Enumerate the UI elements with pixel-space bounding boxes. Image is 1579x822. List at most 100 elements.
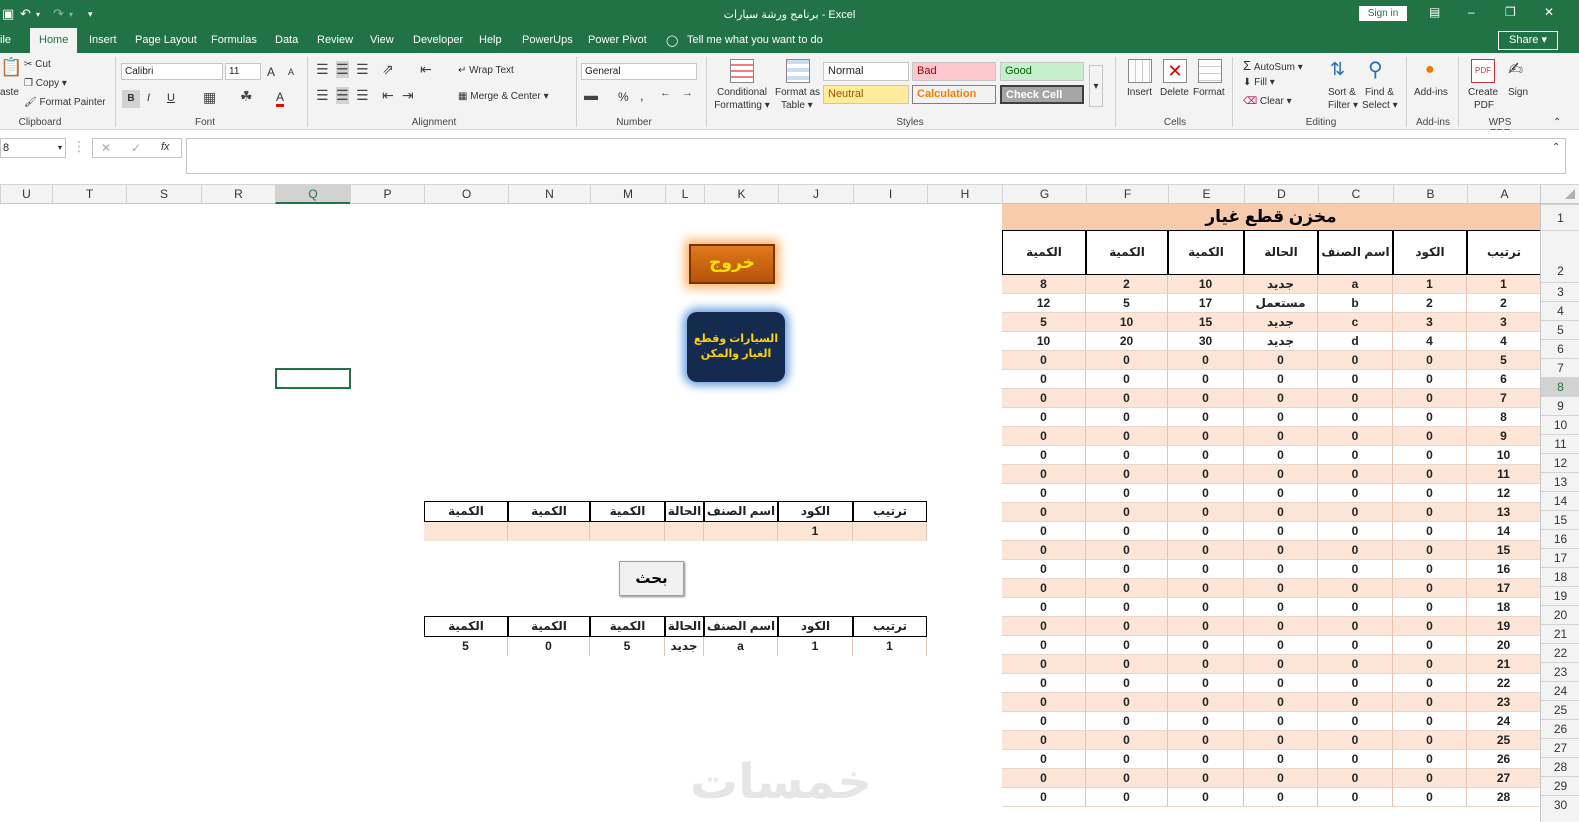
table-cell[interactable]: 0 <box>1318 674 1393 693</box>
table-cell[interactable]: 2 <box>1086 275 1168 294</box>
table-cell[interactable]: 0 <box>1086 617 1168 636</box>
rtl-icon[interactable]: ⇤ <box>420 61 432 78</box>
row-header-16[interactable]: 16 <box>1541 529 1579 548</box>
table-cell[interactable]: 0 <box>1393 769 1467 788</box>
format-cells-button[interactable]: Format <box>1193 87 1225 98</box>
find-select-label-1[interactable]: Find & <box>1365 87 1394 98</box>
table-cell[interactable]: 0 <box>1244 465 1318 484</box>
tab-developer[interactable]: Developer <box>413 34 463 46</box>
table-cell[interactable]: 0 <box>1002 636 1086 655</box>
table-cell[interactable]: 0 <box>1318 446 1393 465</box>
table-cell[interactable]: 0 <box>1168 427 1244 446</box>
copy-button[interactable]: ❐ Copy ▾ <box>24 78 67 89</box>
row-header-4[interactable]: 4 <box>1541 301 1579 320</box>
table-cell[interactable]: 0 <box>1393 693 1467 712</box>
column-header-q[interactable]: Q <box>275 185 350 204</box>
table-cell[interactable]: 0 <box>1393 636 1467 655</box>
close-icon[interactable]: ✕ <box>1544 5 1554 19</box>
tab-home[interactable]: Home <box>30 28 78 53</box>
table-cell[interactable]: 10 <box>1086 313 1168 332</box>
search-value-cell[interactable] <box>704 522 778 541</box>
tab-data[interactable]: Data <box>275 34 298 46</box>
row-header-29[interactable]: 29 <box>1541 776 1579 795</box>
shrink-font-button[interactable]: A <box>288 67 294 77</box>
row-header-2[interactable]: 2 <box>1541 230 1579 282</box>
sign-in-button[interactable]: Sign in <box>1359 6 1407 21</box>
table-cell[interactable]: جديد <box>1244 313 1318 332</box>
table-cell[interactable]: 17 <box>1467 579 1540 598</box>
table-cell[interactable]: 0 <box>1086 408 1168 427</box>
table-cell[interactable]: 30 <box>1168 332 1244 351</box>
row-header-21[interactable]: 21 <box>1541 624 1579 643</box>
fill-color-icon[interactable]: ☘ <box>240 88 253 105</box>
table-cell[interactable]: 0 <box>1244 579 1318 598</box>
style-normal[interactable]: Normal <box>823 62 909 81</box>
select-all-corner[interactable] <box>1540 185 1579 204</box>
format-as-table-label-1[interactable]: Format as <box>775 87 820 98</box>
table-cell[interactable]: 2 <box>1467 294 1540 313</box>
table-cell[interactable]: 14 <box>1467 522 1540 541</box>
table-cell[interactable]: 0 <box>1318 579 1393 598</box>
table-cell[interactable]: 0 <box>1318 769 1393 788</box>
table-cell[interactable]: 5 <box>1086 294 1168 313</box>
table-cell[interactable]: 0 <box>1244 427 1318 446</box>
paste-button[interactable]: aste <box>0 87 19 98</box>
table-cell[interactable]: 0 <box>1002 389 1086 408</box>
row-header-26[interactable]: 26 <box>1541 719 1579 738</box>
table-cell[interactable]: 0 <box>1086 788 1168 807</box>
table-cell[interactable]: 0 <box>1393 674 1467 693</box>
table-cell[interactable]: 0 <box>1086 427 1168 446</box>
table-cell[interactable]: 0 <box>1086 389 1168 408</box>
table-cell[interactable]: 0 <box>1168 408 1244 427</box>
find-select-label-2[interactable]: Select ▾ <box>1362 100 1398 111</box>
expand-formula-icon[interactable]: ⌃ <box>1552 142 1560 153</box>
row-header-15[interactable]: 15 <box>1541 510 1579 529</box>
delete-cells-icon[interactable]: ✕ <box>1163 59 1187 83</box>
table-cell[interactable]: 0 <box>1086 465 1168 484</box>
search-button[interactable]: بحث <box>619 561 684 596</box>
conditional-formatting-label-2[interactable]: Formatting ▾ <box>713 100 771 111</box>
table-cell[interactable]: 10 <box>1002 332 1086 351</box>
table-cell[interactable]: 0 <box>1168 769 1244 788</box>
table-cell[interactable]: 18 <box>1467 598 1540 617</box>
table-cell[interactable]: 12 <box>1002 294 1086 313</box>
table-cell[interactable]: 0 <box>1244 408 1318 427</box>
table-cell[interactable]: 0 <box>1168 351 1244 370</box>
table-cell[interactable]: 0 <box>1086 446 1168 465</box>
table-cell[interactable]: 0 <box>1002 788 1086 807</box>
wrap-text-button[interactable]: ↵ Wrap Text <box>458 65 514 76</box>
table-cell[interactable]: 0 <box>1086 674 1168 693</box>
table-cell[interactable]: 22 <box>1467 674 1540 693</box>
decrease-decimal-icon[interactable]: → <box>682 87 693 99</box>
table-cell[interactable]: 0 <box>1318 636 1393 655</box>
column-header-g[interactable]: G <box>1002 185 1086 204</box>
table-cell[interactable]: 0 <box>1244 541 1318 560</box>
grow-font-button[interactable]: A <box>267 65 275 79</box>
tab-review[interactable]: Review <box>317 34 353 46</box>
table-cell[interactable]: 4 <box>1467 332 1540 351</box>
create-pdf-label-2[interactable]: PDF <box>1474 100 1494 111</box>
underline-button[interactable]: U <box>167 92 175 104</box>
table-cell[interactable]: 0 <box>1086 636 1168 655</box>
row-header-22[interactable]: 22 <box>1541 643 1579 662</box>
table-cell[interactable]: 0 <box>1318 598 1393 617</box>
table-cell[interactable]: d <box>1318 332 1393 351</box>
table-cell[interactable]: 23 <box>1467 693 1540 712</box>
table-cell[interactable]: 0 <box>1244 674 1318 693</box>
table-cell[interactable]: 11 <box>1467 465 1540 484</box>
table-cell[interactable]: 3 <box>1467 313 1540 332</box>
table-cell[interactable]: 0 <box>1168 484 1244 503</box>
accounting-icon[interactable]: ▬ <box>584 87 598 103</box>
table-cell[interactable]: 0 <box>1393 427 1467 446</box>
collapse-ribbon-icon[interactable]: ⌃ <box>1553 117 1561 128</box>
row-header-8[interactable]: 8 <box>1541 377 1579 396</box>
column-header-t[interactable]: T <box>52 185 126 204</box>
italic-button[interactable]: I <box>147 92 150 104</box>
table-cell[interactable]: 0 <box>1244 693 1318 712</box>
table-cell[interactable]: 0 <box>1244 636 1318 655</box>
restore-icon[interactable]: ❐ <box>1505 5 1516 19</box>
table-cell[interactable]: 0 <box>1244 370 1318 389</box>
search-value-cell[interactable]: 1 <box>778 637 853 656</box>
table-cell[interactable]: 28 <box>1467 788 1540 807</box>
table-cell[interactable]: 0 <box>1244 769 1318 788</box>
